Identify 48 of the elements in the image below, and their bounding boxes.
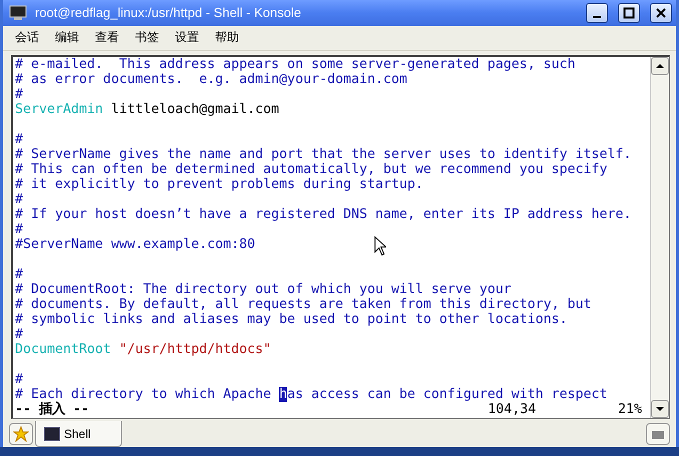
code-line: # [15, 372, 24, 387]
menu-item[interactable]: 会话 [7, 29, 47, 46]
star-icon [13, 426, 29, 442]
down-triangle-icon [655, 406, 665, 412]
menu-item[interactable]: 书签 [127, 29, 167, 46]
minimize-button[interactable] [586, 2, 608, 23]
menu-item[interactable]: 编辑 [47, 29, 87, 46]
code-line: # documents. By default, all requests are taken from this directory, but [15, 296, 592, 312]
session-tab[interactable]: Shell [35, 421, 122, 447]
menu-item[interactable]: 设置 [167, 29, 207, 46]
mouse-pointer-icon [374, 236, 386, 256]
scroll-down-button[interactable] [651, 400, 669, 418]
close-session-button[interactable] [646, 423, 670, 445]
window-title: root@redflag_linux:/usr/httpd - Shell - Konsole [35, 5, 302, 20]
code-line: DocumentRoot "/usr/httpd/htdocs" [15, 342, 272, 357]
terminal-icon [9, 4, 27, 21]
code-line: # [15, 192, 24, 207]
code-line: # If your host doesn’t have a registered DNS name, enter its IP address here. [15, 206, 632, 222]
code-line: # it explicitly to prevent problems during startup. [15, 176, 424, 192]
code-line: # [15, 326, 24, 342]
code-line: # This can often be determined automatically, but we recommend you specify [15, 162, 608, 177]
terminal-icon [44, 426, 60, 440]
up-triangle-icon [655, 62, 665, 69]
mode-indicator: -- 插入 -- [15, 402, 90, 417]
tab-icon [650, 428, 666, 440]
scroll-up-button[interactable] [651, 56, 669, 75]
scroll-percent: 21% [618, 402, 642, 417]
minimize-icon [593, 16, 601, 18]
code-line: # as error documents. e.g. admin@your-domain.com [15, 72, 408, 87]
code-line: # ServerName gives the name and port that the server uses to identify itself. [15, 146, 632, 162]
code-line: # [15, 266, 24, 282]
maximize-icon [623, 6, 635, 19]
code-line: # DocumentRoot: The directory out of which you will serve your [15, 282, 512, 297]
code-line: # symbolic links and aliases may be used to point to other locations. [15, 312, 568, 327]
cursor-position: 104,34 [488, 402, 536, 417]
menu-item[interactable]: 帮助 [207, 29, 247, 46]
code-line: # [15, 132, 24, 147]
code-line: # Each directory to which Apache has access can be configured with respect [15, 386, 608, 402]
close-button[interactable] [650, 2, 672, 23]
code-line: ServerAdmin littleloach@gmail.com [15, 102, 280, 117]
code-line: # [15, 222, 24, 237]
close-icon [655, 6, 667, 19]
code-line: # [15, 86, 24, 102]
new-session-button[interactable] [9, 423, 33, 445]
code-line: # e-mailed. This address appears on some server-generated pages, such [15, 56, 576, 72]
menu-item[interactable]: 查看 [87, 29, 127, 46]
maximize-button[interactable] [618, 2, 640, 23]
code-line: #ServerName www.example.com:80 [15, 236, 256, 252]
